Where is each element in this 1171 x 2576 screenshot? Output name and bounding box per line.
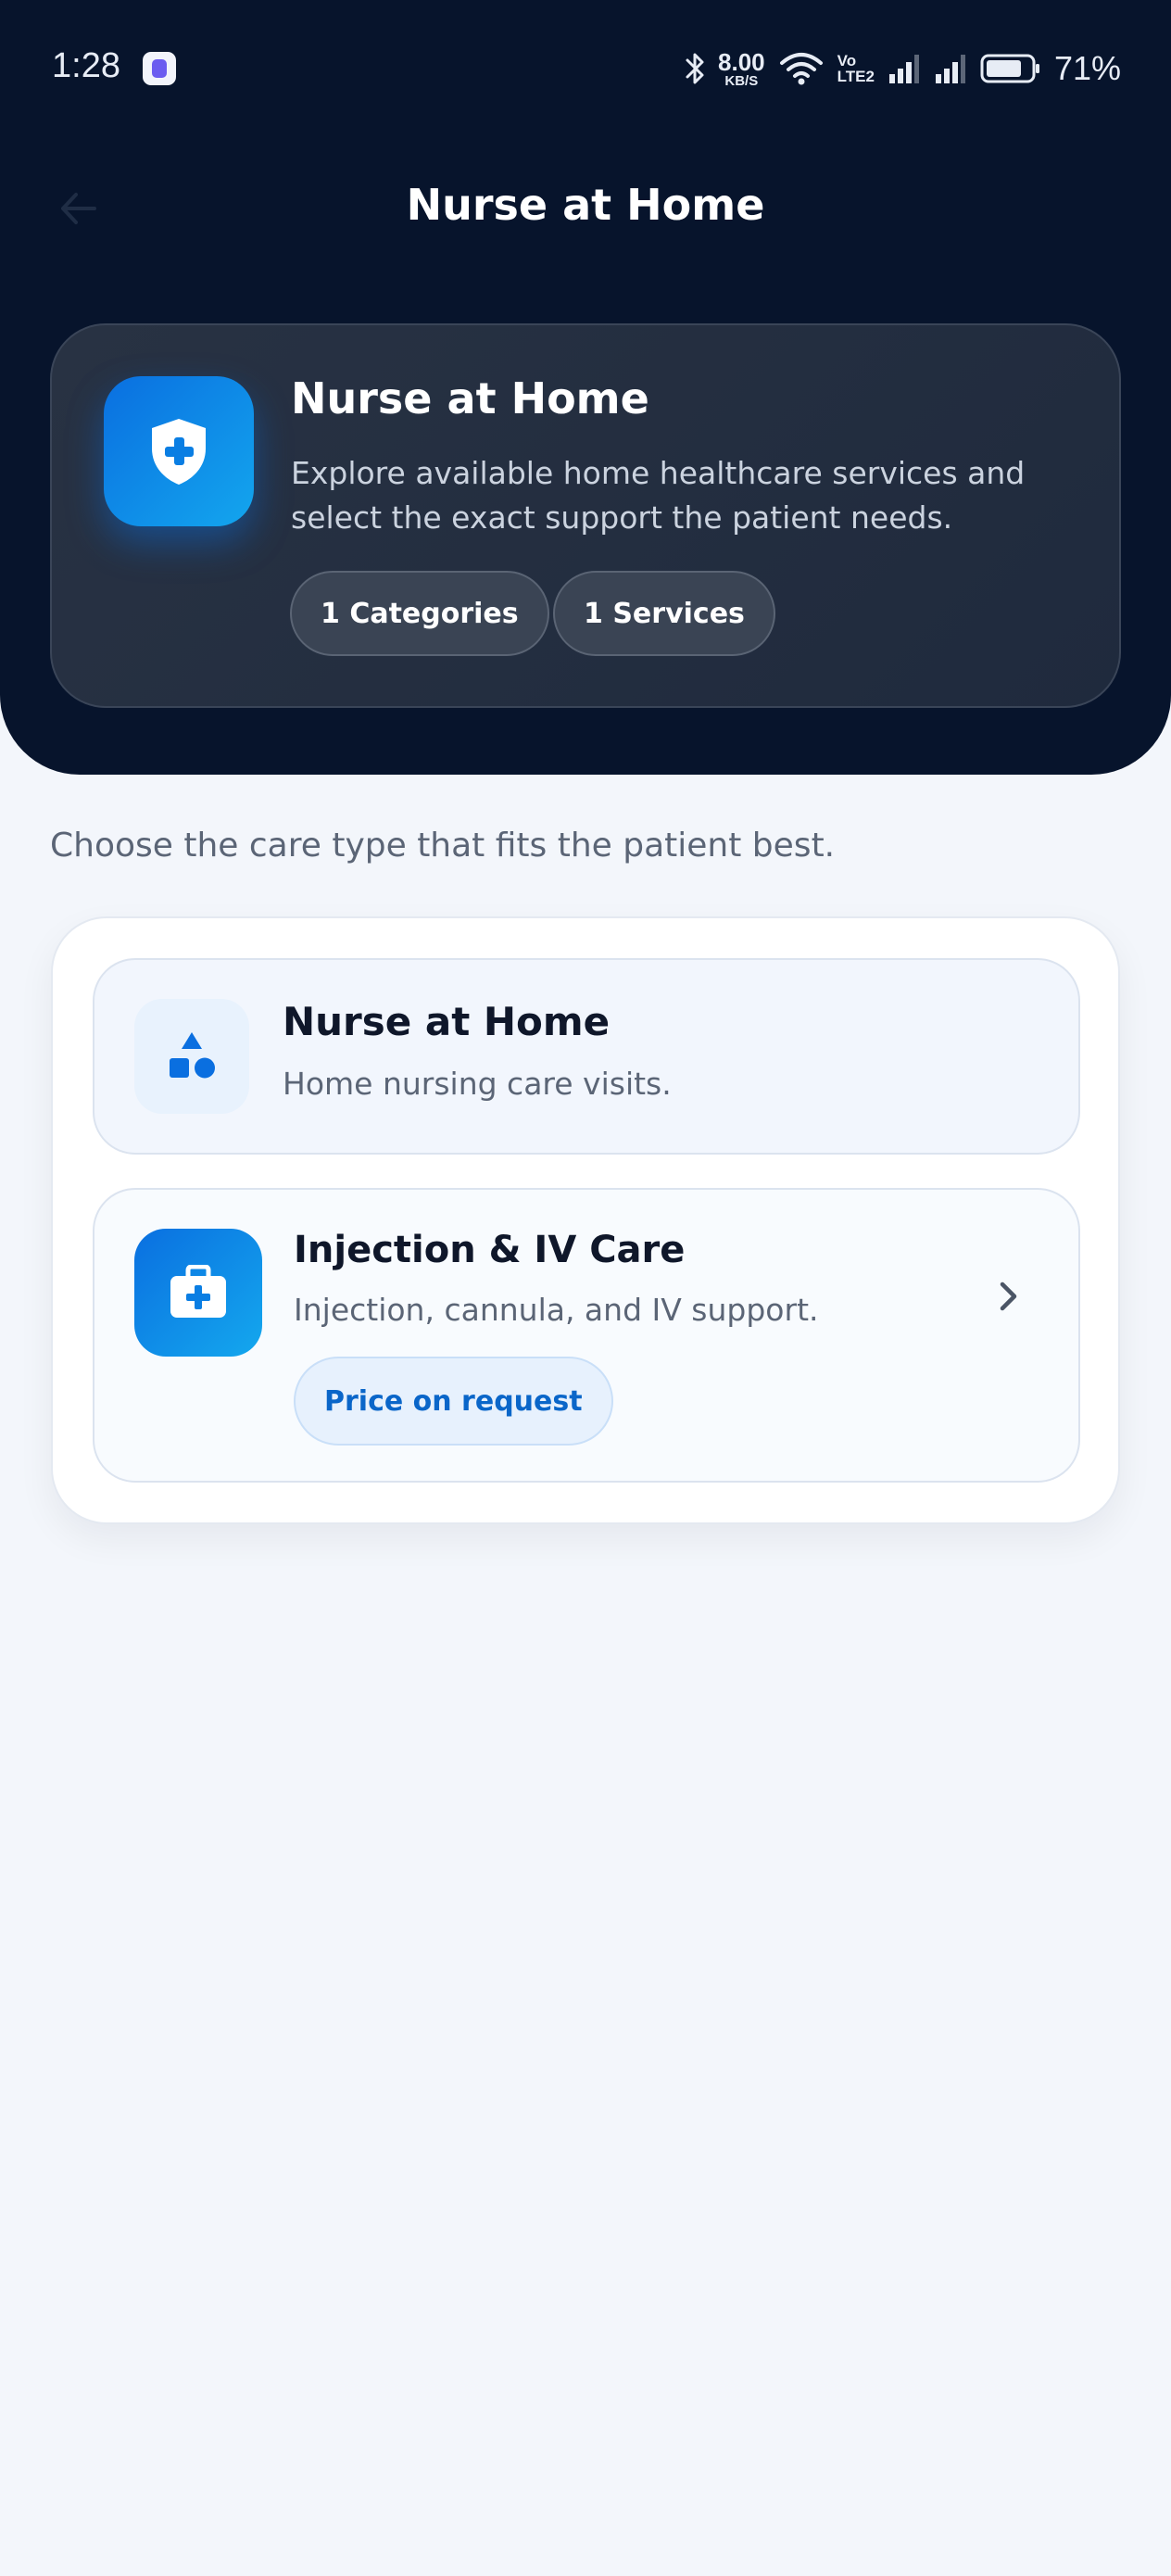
- signal-icon-sim1: [888, 52, 921, 85]
- status-indicators: 8.00 KB/S Vo LTE2 71%: [685, 44, 1121, 93]
- hero-description: Explore available home healthcare servic…: [291, 455, 1026, 536]
- lte-top: Vo: [837, 52, 857, 69]
- hero-card: Nurse at Home Explore available home hea…: [50, 323, 1121, 708]
- category-title: Nurse at Home: [283, 999, 611, 1044]
- network-speed: 8.00 KB/S: [718, 50, 765, 88]
- page-title: Nurse at Home: [406, 180, 765, 230]
- price-badge: Price on request: [294, 1357, 613, 1446]
- category-subtitle: Home nursing care visits.: [283, 1066, 672, 1102]
- intro-text: Choose the care type that fits the patie…: [50, 827, 836, 865]
- category-card-nurse-at-home[interactable]: Nurse at Home Home nursing care visits.: [93, 958, 1080, 1155]
- categories-panel: Nurse at Home Home nursing care visits. …: [51, 916, 1120, 1524]
- battery-icon: [980, 52, 1041, 85]
- chevron-right-icon[interactable]: [980, 1269, 1036, 1324]
- medical-kit-icon: [134, 1229, 262, 1357]
- battery-percent: 71%: [1053, 49, 1121, 87]
- signal-icon-sim2: [934, 52, 967, 85]
- service-card-injection-iv[interactable]: Injection & IV Care Injection, cannula, …: [93, 1188, 1080, 1483]
- header: 1:28 8.00 KB/S Vo LTE2 71% Nurse at Home…: [0, 0, 1171, 775]
- speed-unit: KB/S: [724, 72, 759, 89]
- volte-indicator: Vo LTE2: [837, 53, 875, 84]
- speed-value: 8.00: [718, 47, 765, 76]
- service-title: Injection & IV Care: [294, 1229, 686, 1271]
- hero-title: Nurse at Home: [291, 373, 649, 423]
- wifi-icon: [778, 50, 825, 87]
- services-chip: 1 Services: [553, 571, 775, 656]
- bluetooth-icon: [685, 50, 705, 87]
- shapes-icon: [134, 999, 249, 1114]
- app-notification-icon: [143, 52, 176, 85]
- shield-plus-icon: [104, 376, 254, 526]
- service-subtitle: Injection, cannula, and IV support.: [294, 1292, 819, 1328]
- status-time: 1:28: [52, 46, 120, 85]
- lte-bottom: LTE2: [837, 68, 875, 85]
- categories-chip: 1 Categories: [290, 571, 549, 656]
- status-bar: 1:28 8.00 KB/S Vo LTE2 71%: [0, 0, 1171, 139]
